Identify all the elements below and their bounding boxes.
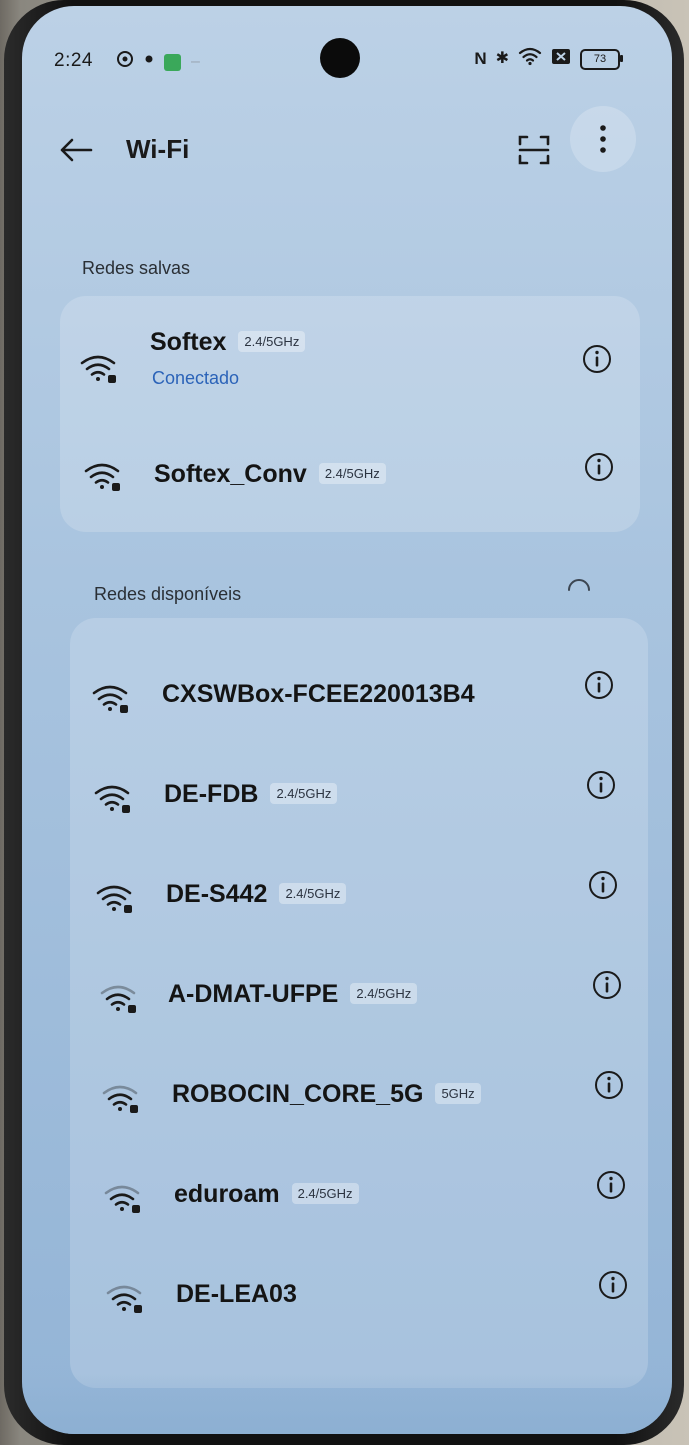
wifi-locked-icon	[80, 355, 116, 383]
saved-networks-label: Redes salvas	[82, 258, 191, 278]
info-icon	[585, 453, 613, 481]
wifi-weak-locked-icon	[102, 1085, 138, 1113]
qr-scan-icon	[518, 135, 550, 165]
network-name: Softex_Conv 2.4/5GHz	[154, 460, 386, 489]
status-bar: 2:24 – N ✱ 73	[22, 6, 672, 106]
network-name: ROBOCIN_CORE_5G 5GHz	[172, 1080, 481, 1109]
available-network-row[interactable]: DE-FDB 2.4/5GHz	[70, 758, 648, 838]
info-icon	[585, 671, 613, 699]
info-icon	[583, 345, 611, 373]
band-badge: 2.4/5GHz	[318, 463, 386, 484]
available-network-row[interactable]: DE-LEA03	[70, 1258, 648, 1338]
band-badge: 2.4/5GHz	[238, 331, 306, 352]
more-vertical-icon	[600, 125, 606, 153]
connection-status: Conectado	[152, 368, 240, 388]
phone-frame: 2:24 – N ✱ 73 Wi-Fi Redes salvas Softex …	[4, 0, 684, 1445]
network-name-text: DE-S442	[166, 880, 268, 908]
wifi-weak-locked-icon	[104, 1185, 140, 1213]
more-dash-icon: –	[191, 53, 200, 70]
nfc-icon: N	[474, 49, 487, 68]
status-right-icons: N ✱ 73	[474, 46, 623, 72]
band-badge: 2.4/5GHz	[270, 783, 338, 804]
wifi-locked-icon	[96, 885, 132, 913]
wifi-weak-locked-icon	[100, 985, 136, 1013]
bluetooth-icon: ✱	[495, 50, 509, 67]
network-name: A-DMAT-UFPE 2.4/5GHz	[168, 980, 418, 1009]
network-name-text: Softex_Conv	[154, 460, 307, 488]
app-green-icon	[164, 53, 181, 71]
sim-icon	[551, 48, 571, 71]
available-network-row[interactable]: eduroam 2.4/5GHz	[70, 1158, 648, 1238]
network-info-button[interactable]	[596, 1170, 626, 1200]
wifi-locked-icon	[92, 685, 128, 713]
front-camera	[320, 38, 360, 78]
wifi-locked-icon	[94, 785, 130, 813]
battery-icon: 73	[580, 48, 623, 70]
network-info-button[interactable]	[584, 452, 614, 482]
info-icon	[589, 871, 617, 899]
network-name-text: ROBOCIN_CORE_5G	[172, 1080, 424, 1108]
saved-network-row[interactable]: Softex 2.4/5GHz Conectado	[60, 324, 640, 414]
network-name-text: A-DMAT-UFPE	[168, 980, 339, 1008]
band-badge: 2.4/5GHz	[279, 883, 347, 904]
band-badge: 5GHz	[435, 1083, 481, 1104]
network-name: DE-FDB 2.4/5GHz	[164, 780, 338, 809]
network-name: DE-LEA03	[176, 1280, 297, 1308]
bottom-fade	[22, 1374, 672, 1434]
network-info-button[interactable]	[588, 870, 618, 900]
info-icon	[597, 1171, 625, 1199]
info-icon	[595, 1071, 623, 1099]
network-info-button[interactable]	[592, 970, 622, 1000]
saved-networks-card: Softex 2.4/5GHz Conectado Softex_Conv 2.…	[60, 296, 640, 532]
whatsapp-icon	[116, 50, 134, 74]
info-icon	[593, 971, 621, 999]
available-network-row[interactable]: ROBOCIN_CORE_5G 5GHz	[70, 1058, 648, 1138]
info-icon	[599, 1271, 627, 1299]
info-icon	[587, 771, 615, 799]
network-info-button[interactable]	[586, 770, 616, 800]
network-info-button[interactable]	[598, 1270, 628, 1300]
status-time: 2:24	[54, 50, 93, 71]
wifi-weak-locked-icon	[106, 1285, 142, 1313]
notification-dot-icon	[144, 50, 154, 74]
page-title: Wi-Fi	[126, 134, 190, 164]
network-name: CXSWBox-FCEE220013B4	[162, 680, 475, 708]
network-info-button[interactable]	[584, 670, 614, 700]
more-options-button[interactable]	[570, 106, 636, 172]
status-left-icons: –	[116, 50, 200, 74]
available-network-row[interactable]: A-DMAT-UFPE 2.4/5GHz	[70, 958, 648, 1038]
network-info-button[interactable]	[582, 344, 612, 374]
loading-spinner-icon	[568, 579, 590, 591]
network-info-button[interactable]	[594, 1070, 624, 1100]
network-name: DE-S442 2.4/5GHz	[166, 880, 347, 909]
wifi-status-icon	[518, 46, 542, 72]
saved-network-row[interactable]: Softex_Conv 2.4/5GHz	[60, 436, 640, 516]
network-name-text: eduroam	[174, 1180, 280, 1208]
available-networks-card: CXSWBox-FCEE220013B4 DE-FDB 2.4/5GHz DE-…	[70, 618, 648, 1388]
available-network-row[interactable]: CXSWBox-FCEE220013B4	[70, 658, 648, 738]
network-name: eduroam 2.4/5GHz	[174, 1180, 359, 1209]
network-name-text: Softex	[150, 328, 227, 356]
screen: 2:24 – N ✱ 73 Wi-Fi Redes salvas Softex …	[22, 6, 672, 1434]
network-name: Softex 2.4/5GHz	[150, 328, 306, 357]
band-badge: 2.4/5GHz	[350, 983, 418, 1004]
scan-button[interactable]	[510, 126, 558, 174]
band-badge: 2.4/5GHz	[291, 1183, 359, 1204]
available-network-row[interactable]: DE-S442 2.4/5GHz	[70, 858, 648, 938]
header: Wi-Fi	[22, 106, 672, 196]
network-name-text: DE-FDB	[164, 780, 259, 808]
wifi-locked-icon	[84, 463, 120, 491]
back-button[interactable]	[56, 130, 96, 170]
available-networks-label: Redes disponíveis	[94, 584, 242, 604]
arrow-left-icon	[60, 138, 93, 162]
